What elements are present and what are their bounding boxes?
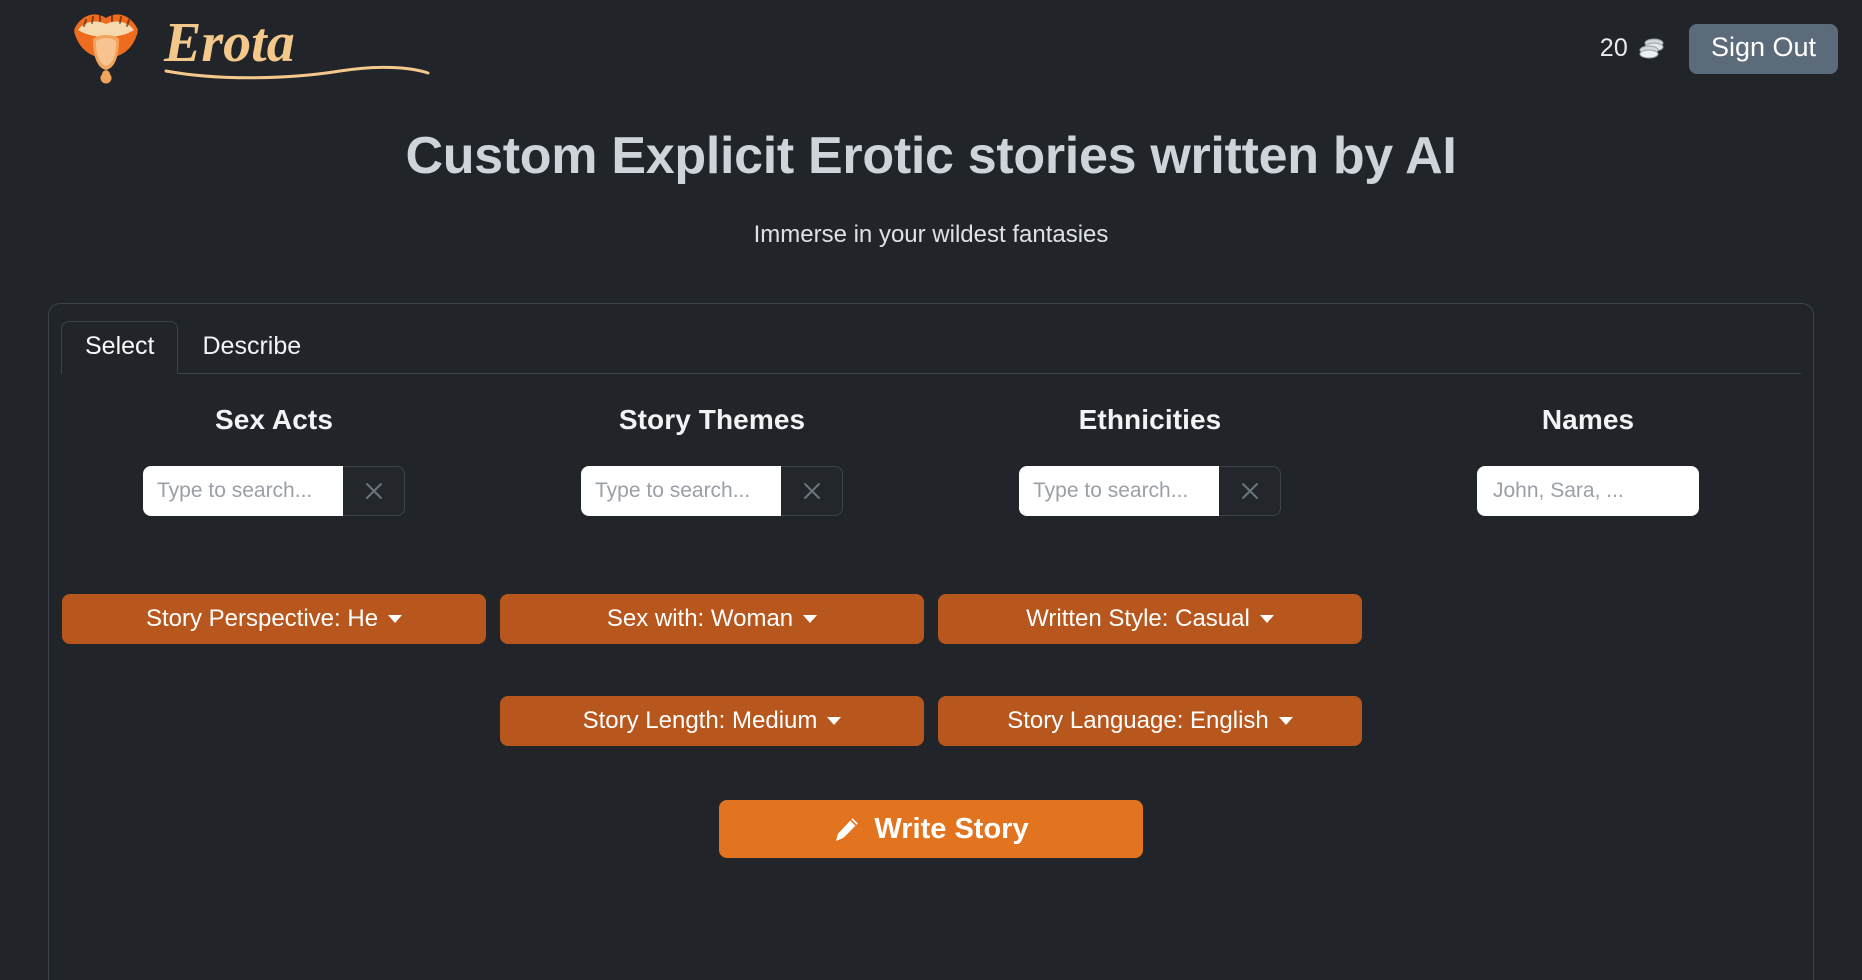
dropdown-cell-story-perspective: Story Perspective: He — [55, 594, 493, 644]
clear-button-sex-acts[interactable] — [343, 466, 405, 516]
write-story-button[interactable]: Write Story — [719, 800, 1143, 858]
column-title-names: Names — [1541, 404, 1635, 435]
selection-columns: Sex Acts Story Themes — [49, 404, 1813, 516]
column-title-ethnicities: Ethnicities — [1078, 404, 1222, 435]
story-language-label: Story Language: English — [1007, 707, 1269, 734]
dropdown-row-2: Story Length: Medium Story Language: Eng… — [49, 696, 1813, 746]
names-input[interactable] — [1477, 466, 1699, 516]
credits-indicator[interactable]: 20 — [1600, 34, 1667, 63]
dropdown-cell-story-length: Story Length: Medium — [493, 696, 931, 746]
story-builder-card: Select Describe Sex Acts Type to search.… — [48, 303, 1814, 980]
hero-section: Custom Explicit Erotic stories written b… — [0, 127, 1862, 249]
dropdown-row-2-spacer-left — [55, 696, 493, 746]
coins-stack-icon — [1639, 38, 1664, 59]
chevron-down-icon — [803, 615, 818, 623]
dropdown-row-2-spacer-right — [1369, 696, 1807, 746]
column-names: Names — [1369, 404, 1807, 516]
page-title: Custom Explicit Erotic stories written b… — [405, 127, 1457, 185]
story-length-dropdown[interactable]: Story Length: Medium — [500, 696, 924, 746]
close-x-icon — [365, 483, 382, 499]
written-style-dropdown[interactable]: Written Style: Casual — [938, 594, 1362, 644]
dropdown-cell-written-style: Written Style: Casual — [931, 594, 1369, 644]
tab-bar: Select Describe — [61, 316, 1801, 374]
dropdown-row-1-spacer — [1369, 594, 1807, 644]
search-group-sex-acts — [143, 466, 405, 516]
brand-wordmark: Erota — [163, 12, 430, 80]
column-sex-acts: Sex Acts — [55, 404, 493, 516]
dropdown-cell-story-language: Story Language: English — [931, 696, 1369, 746]
sex-with-dropdown[interactable]: Sex with: Woman — [500, 594, 924, 644]
column-ethnicities: Ethnicities — [931, 404, 1369, 516]
column-story-themes: Story Themes — [493, 404, 931, 516]
written-style-label: Written Style: Casual — [1026, 605, 1250, 632]
app-root: Erota 20 Sign Out Custom Explicit Erotic… — [0, 0, 1862, 980]
pencil-icon — [836, 817, 859, 841]
top-bar-actions: 20 Sign Out — [1600, 24, 1838, 74]
page-subtitle: Immerse in your wildest fantasies — [753, 221, 1109, 249]
sign-out-button[interactable]: Sign Out — [1688, 24, 1838, 74]
column-title-story-themes: Story Themes — [618, 404, 806, 435]
clear-button-story-themes[interactable] — [781, 466, 843, 516]
chevron-down-icon — [1259, 615, 1274, 623]
chevron-down-icon — [388, 615, 403, 623]
dropdown-row-1: Story Perspective: He Sex with: Woman Wr… — [49, 594, 1813, 644]
chevron-down-icon — [827, 717, 842, 725]
clear-button-ethnicities[interactable] — [1219, 466, 1281, 516]
tab-describe[interactable]: Describe — [178, 321, 325, 375]
story-length-label: Story Length: Medium — [582, 707, 818, 734]
chevron-down-icon — [1278, 717, 1293, 725]
search-input-story-themes[interactable] — [581, 466, 781, 516]
lips-tongue-icon — [74, 14, 138, 84]
close-x-icon — [803, 483, 820, 499]
brand-logo[interactable]: Erota — [66, 4, 460, 88]
close-x-icon — [1241, 483, 1258, 499]
tab-select[interactable]: Select — [61, 320, 179, 374]
svg-text:Erota: Erota — [163, 12, 295, 74]
sex-with-label: Sex with: Woman — [606, 605, 794, 632]
write-story-label: Write Story — [874, 812, 1029, 845]
top-bar: Erota 20 Sign Out — [0, 0, 1862, 96]
story-perspective-dropdown[interactable]: Story Perspective: He — [62, 594, 486, 644]
search-group-ethnicities — [1019, 466, 1281, 516]
search-input-ethnicities[interactable] — [1019, 466, 1219, 516]
story-language-dropdown[interactable]: Story Language: English — [938, 696, 1362, 746]
write-story-row: Write Story — [49, 800, 1813, 858]
credits-count: 20 — [1599, 34, 1628, 63]
search-group-story-themes — [581, 466, 843, 516]
search-input-sex-acts[interactable] — [143, 466, 343, 516]
dropdown-cell-sex-with: Sex with: Woman — [493, 594, 931, 644]
column-title-sex-acts: Sex Acts — [214, 404, 334, 435]
story-perspective-label: Story Perspective: He — [145, 605, 379, 632]
